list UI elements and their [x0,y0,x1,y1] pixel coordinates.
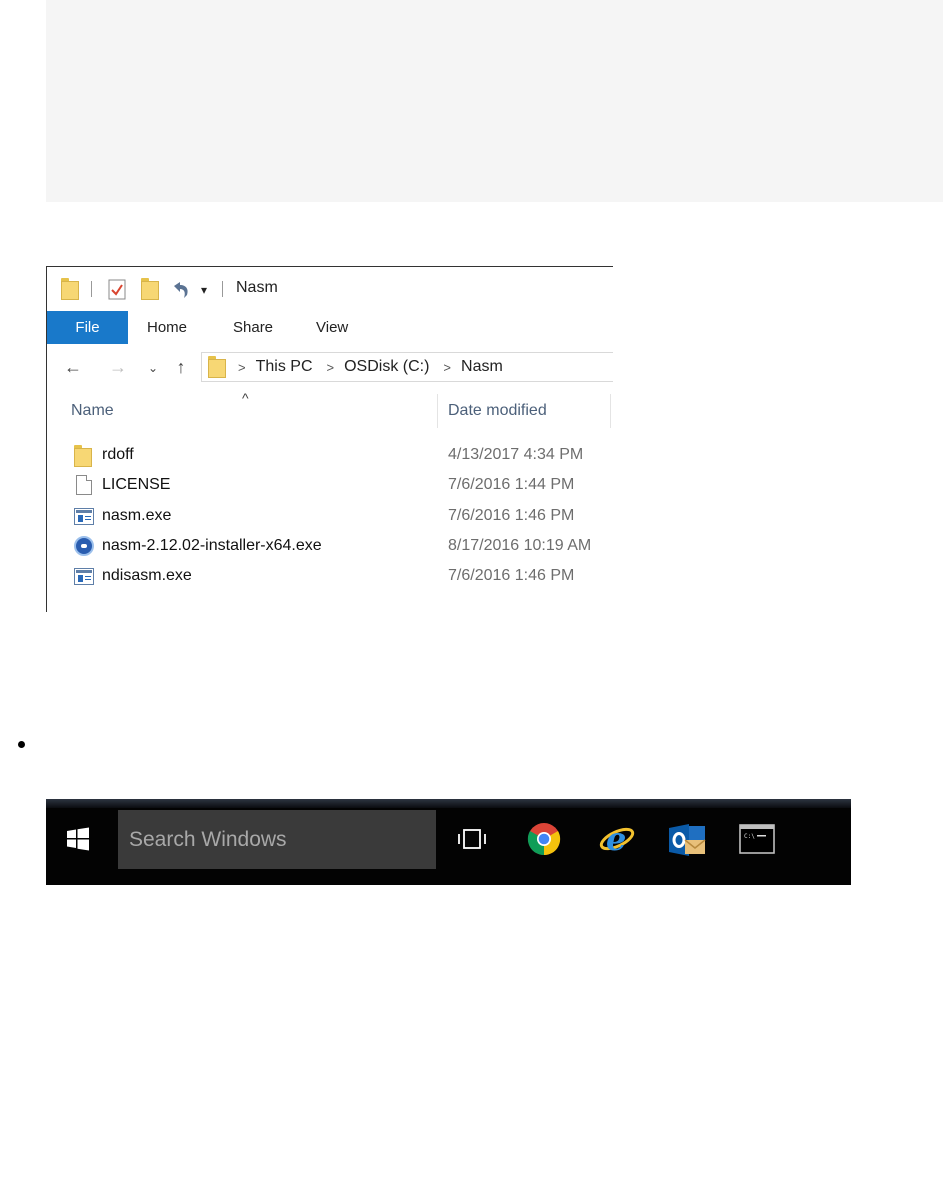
search-placeholder: Search Windows [129,828,287,851]
document-icon [74,475,94,497]
toolbar-separator [222,281,223,297]
folder-icon[interactable] [61,278,79,300]
back-arrow-icon[interactable]: ← [63,357,83,378]
undo-icon[interactable] [170,280,192,300]
up-arrow-icon[interactable]: ↑ [171,357,191,378]
svg-text:e: e [606,820,626,858]
properties-icon[interactable] [108,279,126,300]
column-headers: ^ Name Date modified [46,390,613,428]
window-title: Nasm [236,279,278,296]
address-bar[interactable]: > This PC > OSDisk (C:) > Nasm [201,352,613,382]
desktop-strip [46,799,851,808]
tab-share[interactable]: Share [233,311,273,344]
installer-icon [74,536,94,558]
column-divider[interactable] [610,394,611,428]
column-header-date-modified[interactable]: Date modified [448,402,547,420]
file-row[interactable]: nasm.exe 7/6/2016 1:46 PM [46,503,613,531]
toolbar-separator [91,281,92,297]
file-name: nasm.exe [102,507,172,524]
exe-icon [74,566,94,588]
sort-ascending-icon: ^ [242,390,249,406]
column-header-name[interactable]: Name [71,402,114,420]
forward-arrow-icon[interactable]: → [108,357,128,378]
file-name: ndisasm.exe [102,567,192,584]
list-bullet [18,741,25,748]
breadcrumb-chevron-icon[interactable]: > [327,360,335,375]
quick-access-toolbar: ▾ Nasm [46,267,613,311]
breadcrumb-chevron-icon[interactable]: > [443,360,451,375]
search-input[interactable]: Search Windows [118,810,436,869]
new-folder-icon[interactable] [141,278,159,300]
command-prompt-icon[interactable]: C:\ [738,823,776,855]
file-date: 7/6/2016 1:46 PM [448,507,575,524]
windows-taskbar: Search Windows e C:\ [46,799,851,885]
chrome-icon[interactable] [526,821,562,857]
breadcrumb-this-pc[interactable]: This PC [256,358,313,376]
file-row[interactable]: rdoff 4/13/2017 4:34 PM [46,442,613,470]
breadcrumb-chevron-icon[interactable]: > [238,360,246,375]
windows-start-icon[interactable] [63,824,93,854]
outlook-icon[interactable] [668,820,708,860]
breadcrumb-osdisk[interactable]: OSDisk (C:) [344,358,429,376]
breadcrumb-nasm[interactable]: Nasm [461,358,503,376]
file-row[interactable]: LICENSE 7/6/2016 1:44 PM [46,472,613,500]
file-date: 7/6/2016 1:46 PM [448,567,575,584]
folder-icon [74,445,94,467]
file-row[interactable]: nasm-2.12.02-installer-x64.exe 8/17/2016… [46,533,613,561]
file-date: 8/17/2016 10:19 AM [448,537,592,554]
ribbon-tabs: File Home Share View [46,311,613,344]
recent-locations-chevron-icon[interactable]: ⌄ [143,361,163,375]
exe-icon [74,506,94,528]
svg-text:C:\: C:\ [744,833,755,840]
file-name: nasm-2.12.02-installer-x64.exe [102,537,322,554]
file-name: rdoff [102,446,134,463]
file-row[interactable]: ndisasm.exe 7/6/2016 1:46 PM [46,563,613,591]
file-date: 4/13/2017 4:34 PM [448,446,584,463]
navigation-bar: ← → ⌄ ↑ > This PC > OSDisk (C:) > Nasm [46,351,613,385]
tab-file[interactable]: File [47,311,128,344]
file-date: 7/6/2016 1:44 PM [448,476,575,493]
internet-explorer-icon[interactable]: e [598,819,636,859]
code-block-placeholder [46,0,943,202]
customize-toolbar-icon[interactable]: ▾ [201,283,207,297]
tab-home[interactable]: Home [147,311,187,344]
tab-view[interactable]: View [316,311,348,344]
file-explorer-window: ▾ Nasm File Home Share View ← → ⌄ ↑ > Th… [46,266,613,612]
file-name: LICENSE [102,476,171,493]
folder-icon [208,356,226,378]
column-divider[interactable] [437,394,438,428]
task-view-icon[interactable] [454,824,490,854]
